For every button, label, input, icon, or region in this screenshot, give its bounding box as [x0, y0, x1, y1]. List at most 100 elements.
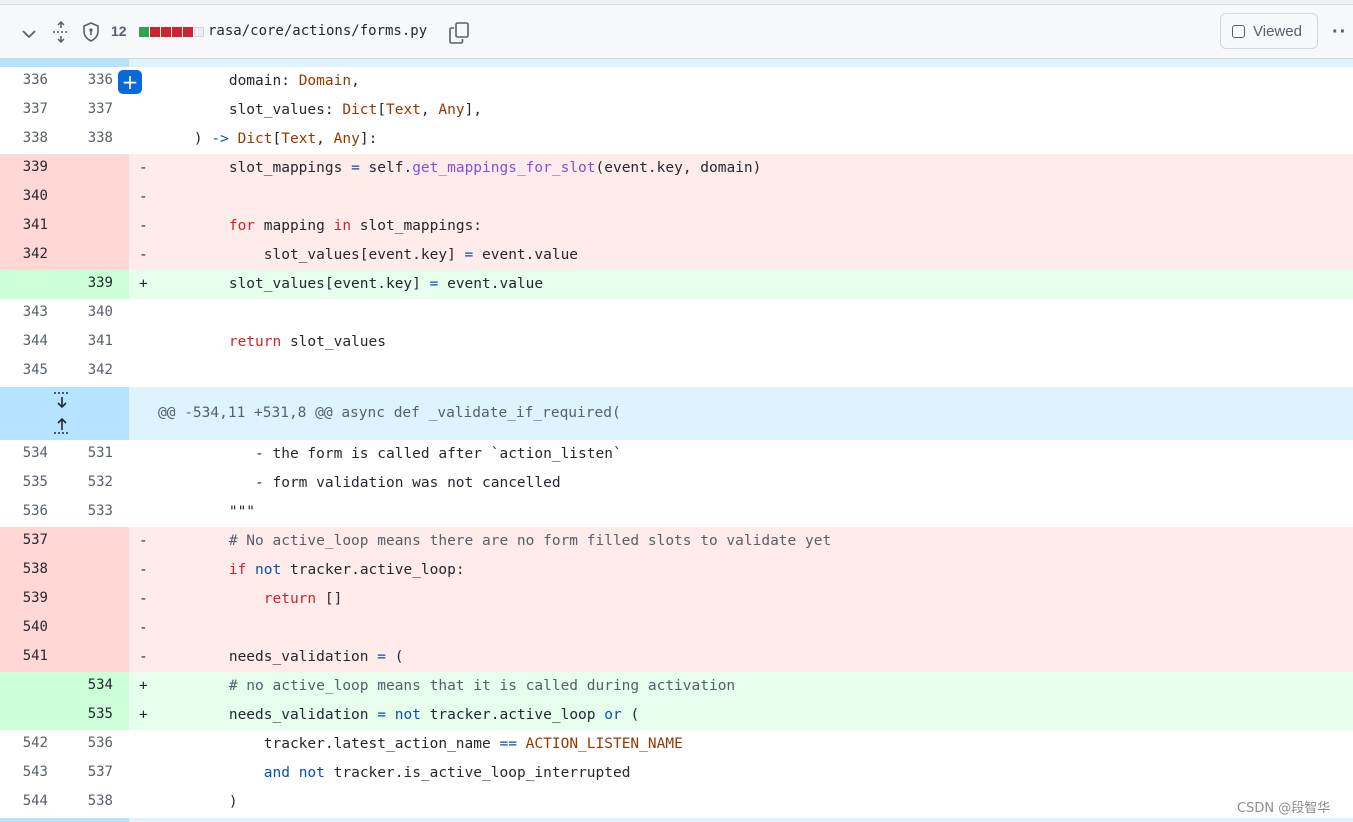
code-token: [	[272, 131, 282, 147]
file-path[interactable]: rasa/core/actions/forms.py	[208, 23, 427, 39]
deleted-line: 538 - if not tracker.active_loop:	[0, 556, 1353, 585]
chevron-down-icon[interactable]	[18, 23, 40, 45]
old-line-number[interactable]: 336	[0, 67, 64, 96]
old-line-number[interactable]: 538	[0, 556, 64, 585]
code-token: slot_values[event.key]	[159, 247, 465, 263]
deleted-line: 537 - # No active_loop means there are no…	[0, 527, 1353, 556]
new-line-number[interactable]	[64, 527, 129, 556]
expand-down-icon[interactable]	[53, 392, 71, 412]
expand-up-icon[interactable]	[53, 415, 71, 435]
old-line-number[interactable]: 344	[0, 328, 64, 357]
old-line-number[interactable]: 338	[0, 125, 64, 154]
diffstat-bar	[139, 27, 204, 37]
hunk-header-text: @@ -534,11 +531,8 @@ async def _validate…	[129, 387, 1353, 440]
new-line-number[interactable]: 338	[64, 125, 129, 154]
code-token: []	[316, 591, 343, 607]
new-line-number[interactable]	[64, 585, 129, 614]
add-comment-icon[interactable]: +	[118, 70, 142, 94]
old-line-number[interactable]: 539	[0, 585, 64, 614]
code-line: + needs_validation = not tracker.active_…	[129, 701, 1353, 730]
old-line-number[interactable]: 342	[0, 241, 64, 270]
new-line-number[interactable]: 535	[64, 701, 129, 730]
new-line-number[interactable]: 342	[64, 357, 129, 386]
code-token: not	[255, 562, 282, 578]
diff-marker	[139, 328, 159, 357]
expand-all-icon[interactable]	[50, 19, 72, 45]
code-line: )	[129, 788, 1353, 817]
checkbox-icon[interactable]	[1232, 24, 1245, 38]
code-token: return	[159, 591, 317, 607]
old-line-number[interactable]: 341	[0, 212, 64, 241]
old-line-number[interactable]	[0, 701, 64, 730]
code-token: slot_mappings	[159, 160, 352, 176]
code-token: Dict	[342, 102, 378, 118]
new-line-number[interactable]: 339	[64, 270, 129, 299]
new-line-number[interactable]	[64, 212, 129, 241]
old-line-number[interactable]: 345	[0, 357, 64, 386]
old-line-number[interactable]: 541	[0, 643, 64, 672]
code-token: ,	[420, 102, 439, 118]
new-line-number[interactable]: 537	[64, 759, 129, 788]
code-token: ->	[211, 131, 229, 147]
shield-icon	[80, 20, 102, 44]
old-line-number[interactable]: 543	[0, 759, 64, 788]
expand-strip-top[interactable]	[0, 59, 1353, 67]
code-token: =	[351, 160, 360, 176]
expand-strip-bottom[interactable]	[0, 818, 1353, 822]
old-line-number[interactable]: 542	[0, 730, 64, 759]
new-line-number[interactable]	[64, 556, 129, 585]
old-line-number[interactable]: 534	[0, 440, 64, 469]
old-line-number[interactable]	[0, 672, 64, 701]
new-line-number[interactable]	[64, 241, 129, 270]
new-line-number[interactable]	[64, 614, 129, 643]
old-line-number[interactable]: 339	[0, 154, 64, 183]
new-line-number[interactable]: 532	[64, 469, 129, 498]
code-line	[129, 357, 1353, 386]
kebab-menu-icon[interactable]: ··	[1332, 21, 1347, 44]
code-token: =	[377, 649, 386, 665]
viewed-checkbox[interactable]: Viewed	[1220, 13, 1318, 49]
code-line: -	[129, 183, 1353, 212]
code-token: Text	[281, 131, 317, 147]
context-line: 544 538 )	[0, 788, 1353, 817]
viewed-label: Viewed	[1253, 22, 1302, 40]
old-line-number[interactable]: 544	[0, 788, 64, 817]
code-token: """	[159, 504, 256, 520]
new-line-number[interactable]: 538	[64, 788, 129, 817]
hunk-expand-gutter[interactable]	[0, 387, 129, 440]
old-line-number[interactable]: 340	[0, 183, 64, 212]
code-token: slot_values[event.key]	[159, 276, 430, 292]
new-line-number[interactable]	[64, 183, 129, 212]
diff-block-1: 336 336 domain: Domain, +337 337 slot_value…	[0, 67, 1353, 386]
new-line-number[interactable]: 337	[64, 96, 129, 125]
new-line-number[interactable]	[64, 643, 129, 672]
deleted-line: 539 - return []	[0, 585, 1353, 614]
old-line-number[interactable]: 540	[0, 614, 64, 643]
code-line: - # No active_loop means there are no fo…	[129, 527, 1353, 556]
new-line-number[interactable]	[64, 154, 129, 183]
old-line-number[interactable]: 537	[0, 527, 64, 556]
hunk-header: @@ -534,11 +531,8 @@ async def _validate…	[0, 387, 1353, 440]
new-line-number[interactable]: 536	[64, 730, 129, 759]
context-line: 543 537 and not tracker.is_active_loop_in…	[0, 759, 1353, 788]
code-line: - return []	[129, 585, 1353, 614]
new-line-number[interactable]: 341	[64, 328, 129, 357]
code-token: ]:	[359, 131, 378, 147]
old-line-number[interactable]: 343	[0, 299, 64, 328]
new-line-number[interactable]: 533	[64, 498, 129, 527]
old-line-number[interactable]: 337	[0, 96, 64, 125]
code-token: Any	[438, 102, 465, 118]
deleted-line: 341 - for mapping in slot_mappings:	[0, 212, 1353, 241]
copy-icon[interactable]	[448, 21, 470, 45]
old-line-number[interactable]: 536	[0, 498, 64, 527]
diff-marker	[139, 299, 159, 328]
code-token: )	[159, 131, 212, 147]
code-line: domain: Domain,	[129, 67, 1353, 96]
new-line-number[interactable]: 340	[64, 299, 129, 328]
new-line-number[interactable]: 531	[64, 440, 129, 469]
old-line-number[interactable]: 535	[0, 469, 64, 498]
new-line-number[interactable]: 534	[64, 672, 129, 701]
old-line-number[interactable]	[0, 270, 64, 299]
code-token: slot_values	[281, 334, 386, 350]
